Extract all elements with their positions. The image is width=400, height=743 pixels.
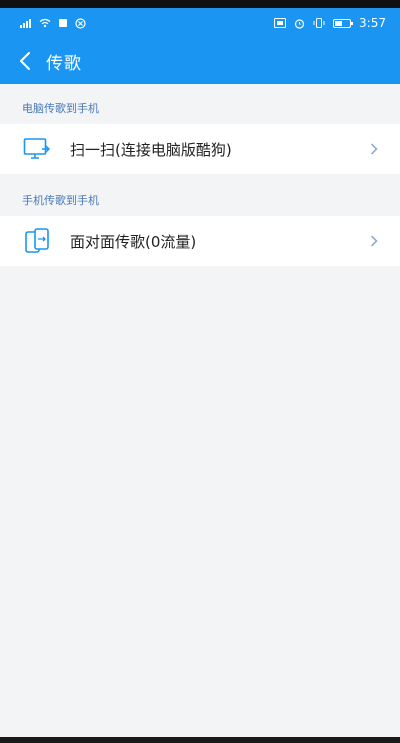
page-title: 传歌 bbox=[46, 53, 82, 74]
blocked-icon bbox=[75, 17, 86, 29]
scan-connect-pc-label: 扫一扫(连接电脑版酷狗) bbox=[70, 140, 232, 159]
section-label-pc-to-phone: 电脑传歌到手机 bbox=[22, 102, 99, 115]
status-right: 3:57 bbox=[274, 16, 386, 30]
top-bezel bbox=[0, 0, 400, 8]
wifi-icon bbox=[39, 18, 51, 28]
vibrate-icon bbox=[313, 18, 325, 28]
hd-icon bbox=[274, 18, 287, 28]
signal-icon bbox=[20, 18, 31, 28]
status-bar: 3:57 bbox=[0, 8, 400, 38]
chevron-right-icon bbox=[362, 235, 386, 247]
monitor-icon bbox=[22, 134, 52, 164]
battery-icon bbox=[333, 18, 354, 28]
back-button[interactable] bbox=[14, 46, 36, 76]
chevron-left-icon bbox=[20, 52, 30, 70]
chevron-right-icon bbox=[362, 143, 386, 155]
face-to-face-transfer-row[interactable]: 面对面传歌(0流量) bbox=[0, 216, 400, 266]
face-to-face-transfer-label: 面对面传歌(0流量) bbox=[70, 232, 197, 251]
status-left bbox=[20, 17, 86, 29]
scan-connect-pc-row[interactable]: 扫一扫(连接电脑版酷狗) bbox=[0, 124, 400, 174]
alarm-icon bbox=[294, 18, 305, 29]
phone-transfer-icon bbox=[22, 226, 52, 256]
status-time: 3:57 bbox=[359, 16, 386, 30]
app-bar: 传歌 bbox=[0, 38, 400, 84]
screen: 3:57 传歌 电脑传歌到手机 扫一扫(连接电脑版酷狗) 手机传歌到手机 面对面… bbox=[0, 0, 400, 743]
section-label-phone-to-phone: 手机传歌到手机 bbox=[22, 194, 99, 207]
bottom-bezel bbox=[0, 737, 400, 743]
notification-icon bbox=[59, 19, 67, 27]
